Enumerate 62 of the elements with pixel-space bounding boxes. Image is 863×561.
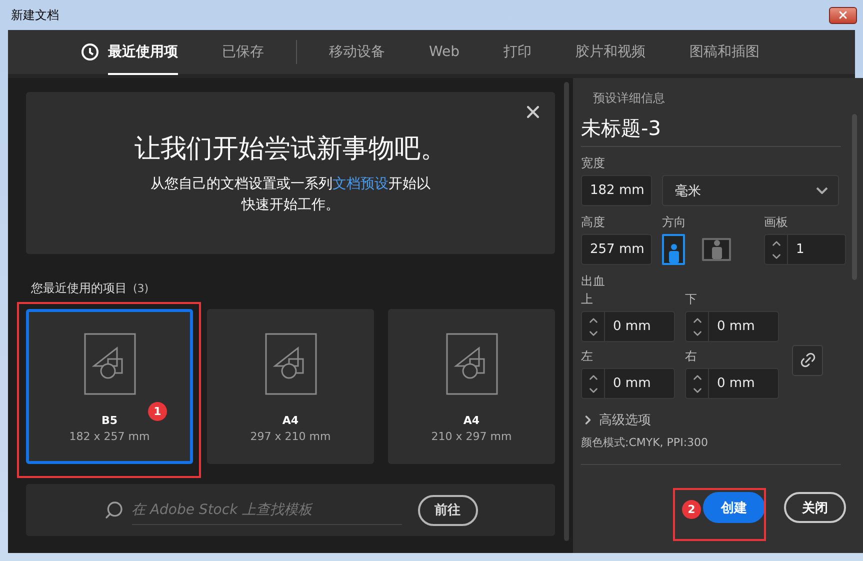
close-icon — [837, 9, 849, 21]
landscape-button[interactable] — [702, 238, 731, 261]
presets-link[interactable]: 文档预设 — [332, 176, 388, 192]
tab[interactable]: Web — [407, 30, 482, 74]
document-name-field[interactable]: 未标题-3 — [581, 115, 841, 147]
tab[interactable]: 移动设备 — [307, 30, 407, 74]
tab[interactable]: 已保存 — [200, 30, 286, 74]
link-icon[interactable] — [792, 344, 823, 376]
preset-card[interactable]: A4 210 x 297 mm — [388, 309, 555, 464]
bleed-label: 出血 — [581, 273, 606, 290]
height-field[interactable]: 257 mm — [581, 234, 652, 265]
preset-name: A4 — [282, 414, 299, 427]
preset-card[interactable]: A4 297 x 210 mm — [207, 309, 374, 464]
window-title: 新建文档 — [10, 6, 59, 24]
artboards-label: 画板 — [764, 214, 789, 231]
details-heading: 预设详细信息 — [592, 90, 666, 107]
person-icon — [710, 239, 722, 259]
width-label: 宽度 — [581, 155, 606, 172]
stock-search-bar[interactable]: 在 Adobe Stock 上查找模板 前往 — [26, 484, 555, 536]
advanced-options-toggle[interactable]: 高级选项 — [581, 411, 846, 429]
preset-name: B5 — [101, 414, 118, 427]
tab[interactable]: 图稿和插图 — [668, 30, 782, 74]
clock-icon — [81, 43, 99, 61]
orientation-label: 方向 — [662, 214, 687, 231]
person-icon — [668, 243, 680, 263]
bleed-side-label: 下 — [685, 291, 698, 308]
recent-count: (3) — [133, 282, 149, 295]
scrollbar[interactable] — [564, 82, 569, 541]
preset-name: A4 — [463, 414, 480, 427]
close-window-button[interactable] — [829, 6, 857, 24]
preset-size: 297 x 210 mm — [250, 430, 331, 443]
document-shapes-icon — [84, 333, 136, 395]
width-field[interactable]: 182 mm — [581, 175, 652, 206]
search-field[interactable]: 在 Adobe Stock 上查找模板 — [132, 496, 402, 524]
create-button[interactable]: 创建 — [703, 492, 765, 523]
height-label: 高度 — [581, 214, 606, 231]
close-button[interactable]: 关闭 — [784, 492, 846, 523]
unit-dropdown[interactable]: 毫米 — [662, 175, 839, 206]
bleed-side-label: 上 — [581, 291, 594, 308]
scrollbar[interactable] — [852, 114, 857, 280]
document-shapes-icon — [446, 333, 498, 395]
welcome-title: 让我们开始尝试新事物吧。 — [134, 132, 446, 166]
bleed-side-label: 右 — [685, 348, 698, 365]
tab[interactable]: 最近使用项 — [59, 30, 200, 74]
bleed-field[interactable]: 0 mm — [581, 368, 675, 399]
color-mode-info: 颜色模式:CMYK, PPI:300 — [581, 435, 841, 465]
bleed-side-label: 左 — [581, 348, 594, 365]
bleed-field[interactable]: 0 mm — [685, 311, 779, 342]
document-shapes-icon — [264, 333, 316, 395]
tab[interactable]: 胶片和视频 — [554, 30, 668, 74]
portrait-button[interactable] — [662, 234, 685, 265]
preset-size: 182 x 257 mm — [69, 430, 150, 443]
recent-label: 您最近使用的项目 — [30, 280, 127, 297]
bleed-field[interactable]: 0 mm — [685, 368, 779, 399]
search-icon — [104, 500, 124, 520]
go-button[interactable]: 前往 — [418, 494, 478, 526]
chevron-down-icon — [816, 187, 828, 194]
bleed-field[interactable]: 0 mm — [581, 311, 675, 342]
tab[interactable]: 打印 — [482, 30, 554, 74]
artboards-field[interactable]: 1 — [764, 234, 846, 265]
preset-size: 210 x 297 mm — [431, 430, 512, 443]
welcome-text: 从您自己的文档设置或一系列文档预设开始以快速开始工作。 — [150, 174, 432, 214]
